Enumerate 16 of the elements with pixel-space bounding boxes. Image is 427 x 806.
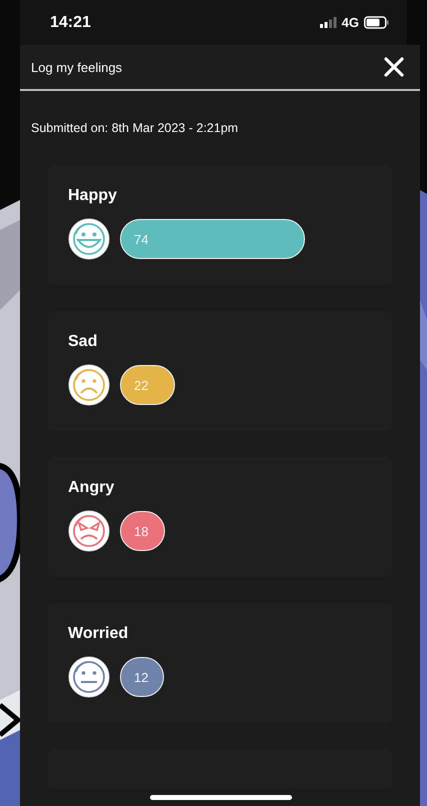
battery-icon bbox=[364, 16, 389, 29]
score-bar: 18 bbox=[120, 511, 165, 551]
status-time: 14:21 bbox=[50, 14, 91, 32]
feeling-name: Angry bbox=[68, 479, 116, 497]
score-bar: 74 bbox=[120, 219, 305, 259]
signal-icon bbox=[320, 17, 337, 28]
close-button[interactable] bbox=[384, 57, 404, 77]
score-bar: 22 bbox=[120, 365, 175, 405]
score-bar: 12 bbox=[120, 657, 164, 697]
network-label: 4G bbox=[342, 15, 359, 30]
feeling-name: Worried bbox=[68, 625, 130, 643]
close-icon bbox=[384, 57, 404, 77]
feeling-name: Sad bbox=[68, 333, 98, 351]
feeling-name: Happy bbox=[68, 187, 118, 205]
header-title: Log my feelings bbox=[31, 60, 122, 74]
submitted-text: Submitted on: 8th Mar 2023 - 2:21pm bbox=[30, 120, 240, 137]
